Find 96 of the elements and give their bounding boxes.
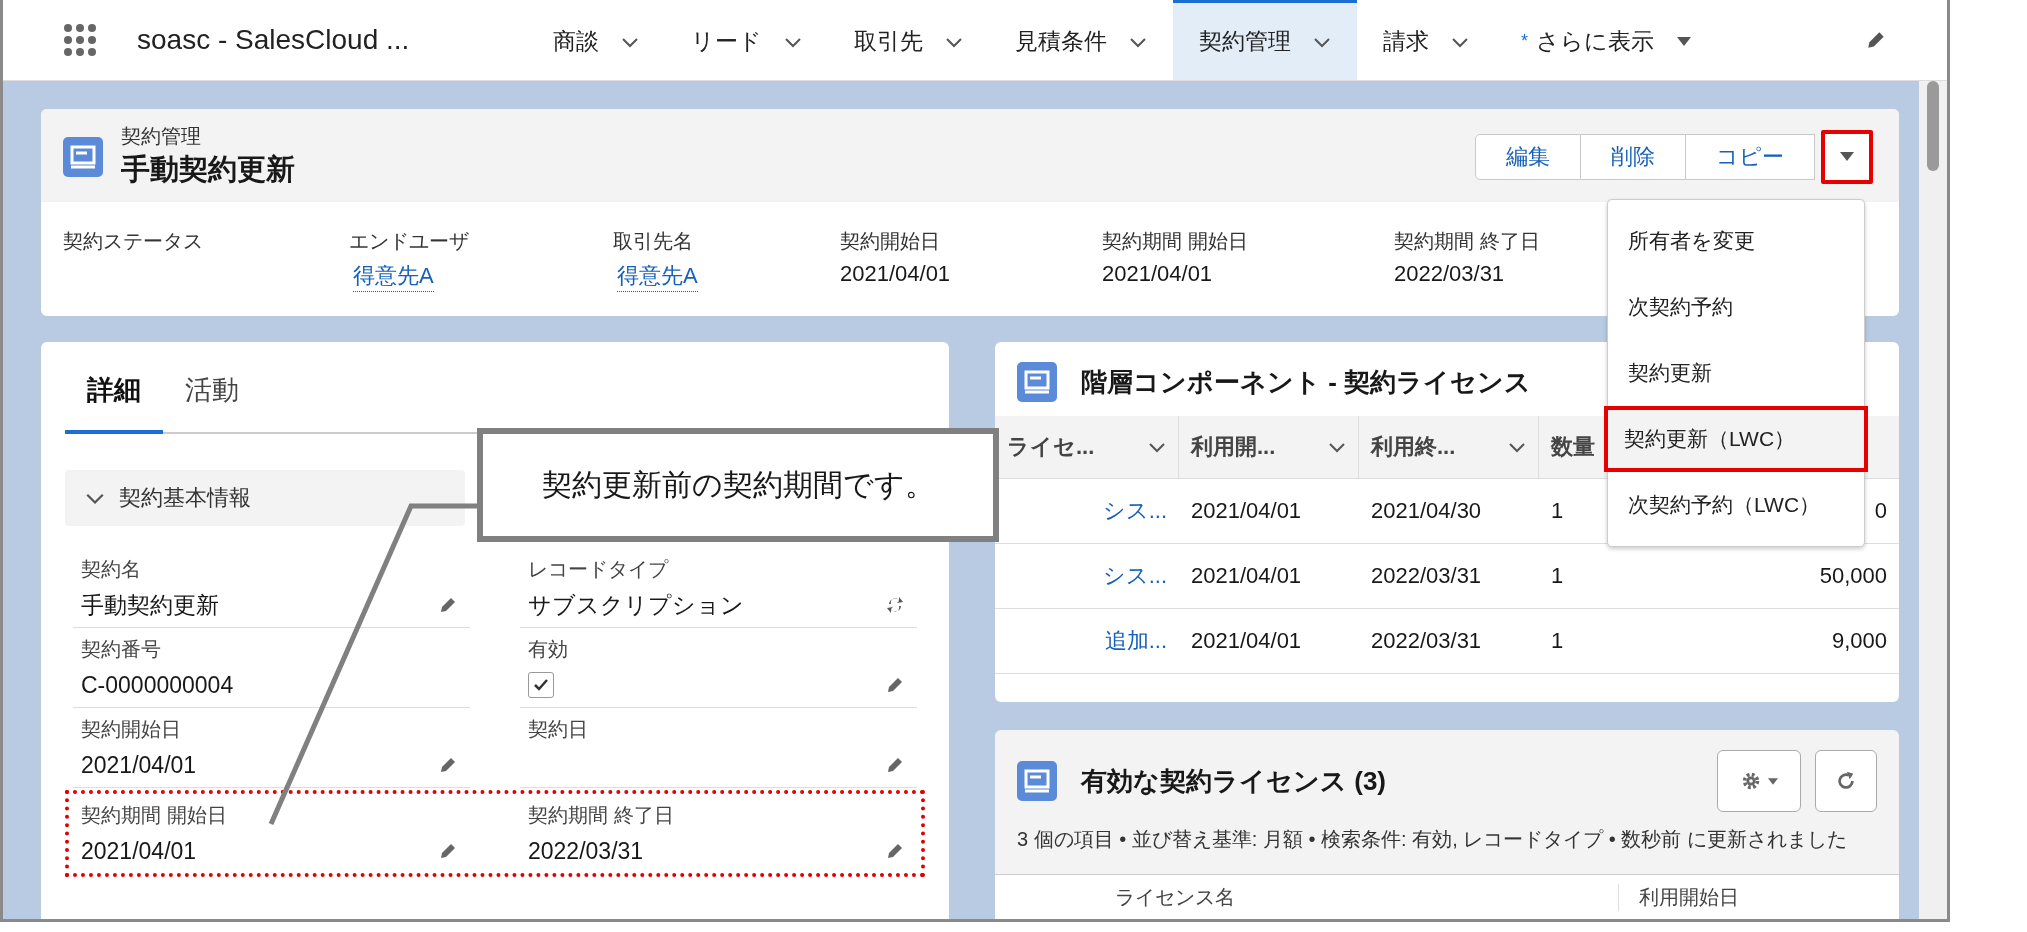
nav-tab-label[interactable]: 見積条件 <box>1015 26 1107 57</box>
field-label: 契約名 <box>81 558 141 580</box>
field-value: 2021/04/01 <box>81 751 197 779</box>
action-button[interactable]: コピー <box>1686 133 1815 180</box>
refresh-icon <box>1835 770 1857 792</box>
menu-item[interactable]: 所有者を変更 <box>1608 208 1864 274</box>
field-label: 契約開始日 <box>840 229 940 254</box>
table-cell-text: 1 <box>1550 498 1565 524</box>
card-title: 階層コンポーネント - 契約ライセンス <box>1081 365 1532 399</box>
record-icon <box>63 136 103 177</box>
column-header[interactable]: 利用開... <box>1179 416 1359 478</box>
field-label: 契約ステータス <box>63 229 203 254</box>
nav-tab-label[interactable]: 商談 <box>553 26 599 57</box>
table-cell-text: 2022/03/31 <box>1370 628 1483 654</box>
field-label: エンドユーザ <box>349 229 469 254</box>
record-icon <box>1017 761 1057 801</box>
action-button[interactable]: 削除 <box>1581 133 1686 180</box>
panel-tab[interactable]: 活動 <box>163 372 261 434</box>
edit-icon <box>1865 29 1887 51</box>
nav-tab-label[interactable]: 請求 <box>1383 26 1429 57</box>
more-tabs-menu[interactable]: さらに表示 <box>1536 26 1654 57</box>
scrollbar-thumb[interactable] <box>1927 81 1939 171</box>
table-cell-text: 2022/03/31 <box>1370 563 1483 589</box>
panel-tab[interactable]: 詳細 <box>65 372 163 434</box>
caret-down-icon <box>1839 150 1855 163</box>
field-label: 契約期間 開始日 <box>81 804 227 826</box>
menu-item[interactable]: 次契約予約 <box>1608 274 1864 340</box>
more-actions-button[interactable] <box>1821 129 1873 184</box>
field-value: 2022/03/31 <box>1394 261 1505 287</box>
nav-tab-label[interactable]: 取引先 <box>854 26 923 57</box>
column-header[interactable]: 利用終... <box>1359 416 1539 478</box>
card-title: 有効な契約ライセンス (3) <box>1081 764 1386 798</box>
section-header[interactable]: 契約基本情報 <box>65 470 465 526</box>
nav-tab[interactable]: 取引先 <box>828 0 989 80</box>
field-value: 2021/04/01 <box>81 837 197 865</box>
field-value: 手動契約更新 <box>81 590 219 620</box>
column-header[interactable]: ライセンス名 <box>995 883 1235 911</box>
table-cell-text: 50,000 <box>1818 563 1888 589</box>
app-name: soasc - SalesCloud ... <box>137 24 411 56</box>
caret-down-icon <box>1676 35 1692 48</box>
scrollbar[interactable] <box>1919 81 1947 919</box>
section-title[interactable]: 契約基本情報 <box>119 483 251 513</box>
nav-tab[interactable]: 契約管理 <box>1173 0 1357 80</box>
field-value: C-0000000004 <box>81 671 234 699</box>
field-value: 2021/04/01 <box>1102 261 1213 287</box>
table-cell-text: 9,000 <box>1830 628 1888 654</box>
field-label: レコードタイプ <box>528 558 668 580</box>
field-label: 契約開始日 <box>81 718 181 740</box>
table-link[interactable]: シス... <box>995 561 1179 591</box>
field-value: 2022/03/31 <box>528 837 644 865</box>
menu-item[interactable]: 次契約予約（LWC） <box>1608 472 1864 538</box>
menu-item[interactable]: 契約更新 <box>1608 340 1864 406</box>
field-label: 契約番号 <box>81 638 161 660</box>
field-label: 契約日 <box>528 718 588 740</box>
table-cell-text: 2021/04/01 <box>1190 563 1303 589</box>
record-title: 手動契約更新 <box>121 152 295 187</box>
action-button[interactable]: 編集 <box>1475 133 1581 180</box>
field-value: 2021/04/01 <box>840 261 951 287</box>
nav-tab-label[interactable]: 契約管理 <box>1199 26 1291 57</box>
table-cell-text: 1 <box>1550 628 1565 654</box>
apps-grid-icon <box>63 23 97 57</box>
table-cell-text: 0 <box>1873 498 1888 524</box>
nav-tab[interactable]: 見積条件 <box>989 0 1173 80</box>
nav-tab[interactable]: 請求 <box>1357 0 1495 80</box>
nav-tab-label[interactable]: リード <box>691 26 762 57</box>
table-cell-text: 2021/04/30 <box>1370 498 1483 524</box>
refresh-button[interactable] <box>1815 750 1877 812</box>
table-link[interactable]: 追加... <box>995 626 1179 656</box>
column-header[interactable]: 数量 <box>1539 416 1605 478</box>
settings-icon <box>1740 770 1762 792</box>
app-launcher-button[interactable] <box>63 23 97 57</box>
field-link[interactable]: 得意先A <box>353 261 434 292</box>
column-header[interactable]: 利用開始日 <box>1618 883 1839 911</box>
caret-down-icon <box>1768 777 1778 785</box>
unsaved-marker: * <box>1521 31 1528 52</box>
table-cell-text: 2021/04/01 <box>1190 628 1303 654</box>
field-label: 契約期間 終了日 <box>1394 229 1540 254</box>
field-label: 契約期間 終了日 <box>528 804 674 826</box>
edit-nav-button[interactable] <box>1865 29 1887 51</box>
field-label: 取引先名 <box>613 229 693 254</box>
table-cell-text: 1 <box>1550 563 1565 589</box>
field-label: 有効 <box>528 638 568 660</box>
callout-box: 契約更新前の契約期間です。 <box>477 428 999 542</box>
record-icon <box>1017 362 1057 402</box>
field-value: サブスクリプション <box>528 590 744 620</box>
settings-menu-button[interactable] <box>1717 750 1801 812</box>
field-label: 契約期間 開始日 <box>1102 229 1248 254</box>
table-cell-text: 2021/04/01 <box>1190 498 1303 524</box>
checkbox[interactable] <box>528 672 554 698</box>
menu-item[interactable]: 契約更新（LWC） <box>1604 406 1868 472</box>
nav-tab[interactable]: 商談 <box>527 0 665 80</box>
field-link[interactable]: 得意先A <box>617 261 698 292</box>
checkmark-icon <box>533 677 549 693</box>
object-label: 契約管理 <box>121 124 202 149</box>
nav-tab[interactable]: リード <box>665 0 828 80</box>
list-summary: 3 個の項目 • 並び替え基準: 月額 • 検索条件: 有効, レコードタイプ • 数秒前 に更新されました <box>1016 827 1848 852</box>
